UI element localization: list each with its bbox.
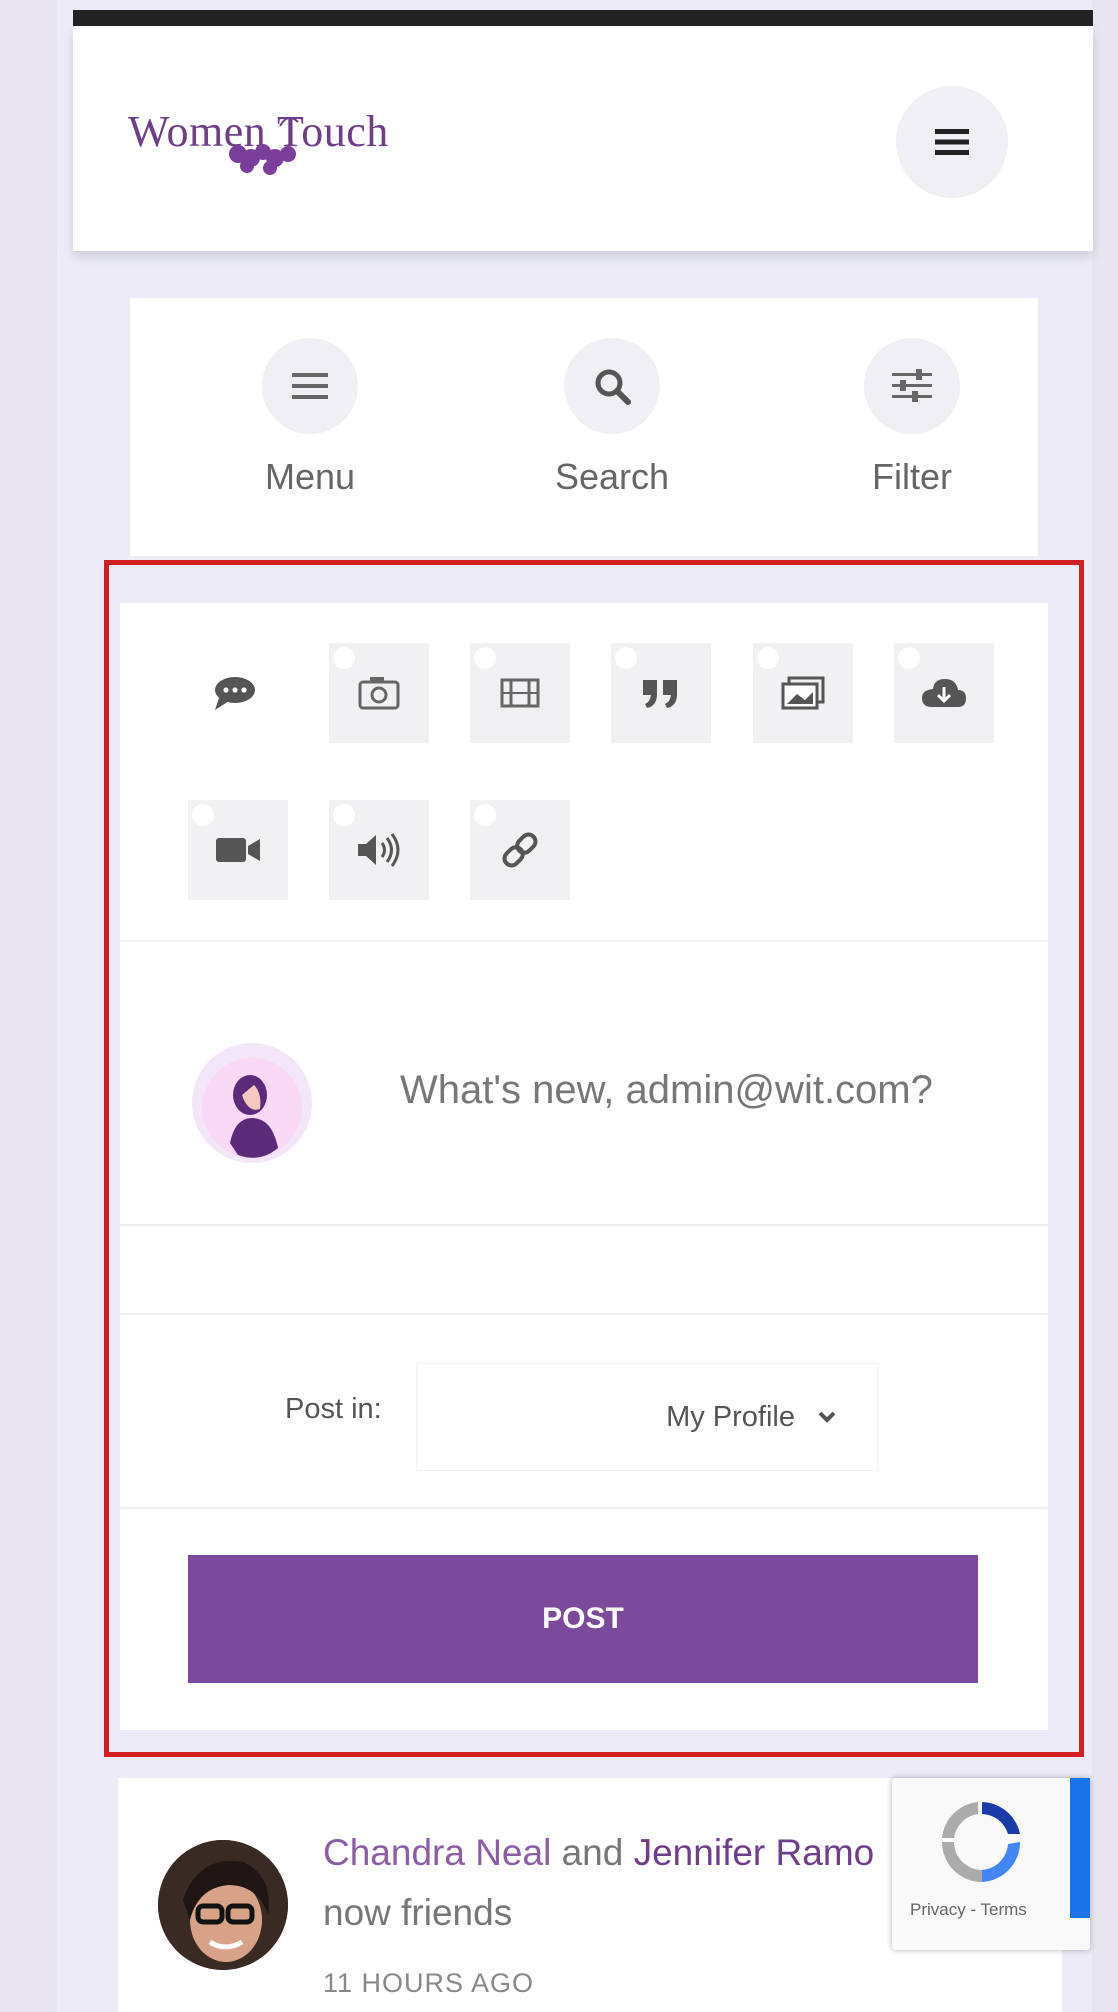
search-circle (564, 338, 660, 434)
search-icon (595, 369, 631, 405)
activity-avatar[interactable] (158, 1840, 288, 1970)
logo-flowers (229, 116, 299, 175)
search-label: Search (554, 456, 670, 497)
recaptcha-edge (1070, 1778, 1090, 1918)
tool-bar: Menu Search Filter (130, 298, 1038, 556)
menu-label: Menu (264, 456, 356, 497)
recaptcha-text[interactable]: Privacy - Terms (910, 1900, 1027, 1920)
hamburger-icon (935, 129, 969, 155)
recaptcha-icon (942, 1802, 1020, 1882)
filter-label: Filter (872, 456, 952, 497)
recaptcha-badge[interactable]: Privacy - Terms (892, 1778, 1090, 1950)
activity-avatar-image (158, 1840, 288, 1970)
menu-tool[interactable]: Menu (210, 338, 410, 498)
filter-circle (864, 338, 960, 434)
search-tool[interactable]: Search (512, 338, 712, 498)
activity-suffix: now friends (323, 1892, 513, 1933)
menu-circle (262, 338, 358, 434)
activity-joiner: and (561, 1832, 624, 1873)
site-logo[interactable]: Women Touch (128, 106, 488, 186)
activity-friend-link[interactable]: Jennifer Ramo (634, 1832, 875, 1873)
activity-time: 11 HOURS AGO (323, 1968, 535, 1998)
filter-tool[interactable]: Filter (812, 338, 1012, 498)
header-menu-button[interactable] (896, 86, 1008, 198)
filter-icon (892, 369, 932, 402)
site-header: Women Touch (73, 26, 1093, 251)
activity-actor-link[interactable]: Chandra Neal (323, 1832, 551, 1873)
page: Women Touch Menu Search Filter What's ne… (0, 0, 1118, 2012)
top-bar (73, 10, 1093, 26)
menu-icon (292, 373, 328, 399)
activity-text: Chandra Neal and Jennifer Ramo now frien… (323, 1823, 883, 1943)
highlight-frame (104, 560, 1084, 1757)
